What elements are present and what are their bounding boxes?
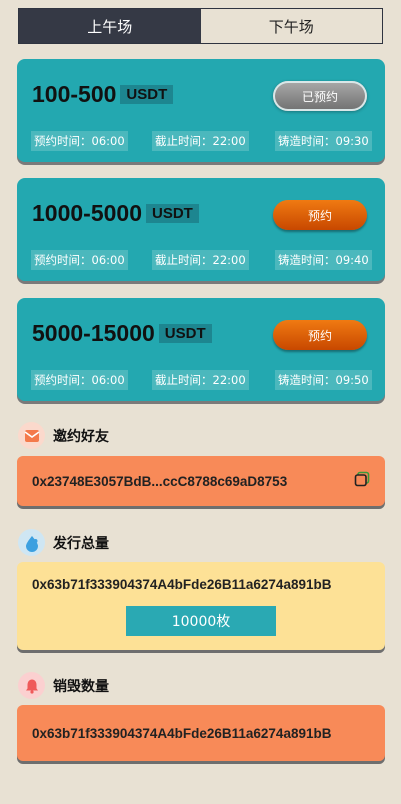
- currency-badge: USDT: [120, 85, 174, 104]
- reserve-button[interactable]: 预约: [273, 200, 367, 230]
- invite-address: 0x23748E3057BdB...ccC8788c69aD8753: [32, 473, 288, 489]
- issuance-address: 0x63b71f333904374A4bFde26B11a6274a891bB: [32, 577, 332, 592]
- session-tabs: 上午场 下午场: [18, 8, 383, 44]
- issuance-title: 发行总量: [53, 535, 109, 552]
- reserve-time: 预约时间：06:00: [31, 370, 128, 390]
- issuance-count: 10000枚: [126, 606, 276, 636]
- envelope-icon: [18, 422, 45, 449]
- burn-address: 0x63b71f333904374A4bFde26B11a6274a891bB: [32, 725, 332, 741]
- reservation-card-1: 100-500 USDT 已预约 预约时间：06:00 截止时间：22:00 铸…: [17, 59, 385, 162]
- reserve-button[interactable]: 预约: [273, 320, 367, 350]
- mint-time: 铸造时间：09:40: [275, 250, 372, 270]
- water-drop-icon: [18, 529, 45, 556]
- issuance-panel: 0x63b71f333904374A4bFde26B11a6274a891bB …: [17, 562, 385, 650]
- reserve-time: 预约时间：06:00: [31, 250, 128, 270]
- currency-badge: USDT: [146, 204, 199, 223]
- mint-time: 铸造时间：09:50: [275, 370, 372, 390]
- currency-badge: USDT: [158, 324, 212, 343]
- burn-section-title: 销毁数量: [18, 672, 109, 699]
- issuance-section-title: 发行总量: [18, 529, 109, 556]
- amount-range: 1000-5000 USDT: [32, 200, 199, 227]
- invite-panel: 0x23748E3057BdB...ccC8788c69aD8753: [17, 456, 385, 506]
- copy-icon[interactable]: [354, 471, 370, 491]
- range-text: 5000-15000: [32, 320, 155, 346]
- tab-morning[interactable]: 上午场: [19, 9, 201, 43]
- bell-icon: [18, 672, 45, 699]
- tab-afternoon[interactable]: 下午场: [200, 9, 382, 43]
- range-text: 1000-5000: [32, 200, 142, 226]
- mint-time: 铸造时间：09:30: [275, 131, 372, 151]
- amount-range: 5000-15000 USDT: [32, 320, 212, 347]
- invite-title: 邀约好友: [53, 428, 109, 445]
- range-text: 100-500: [32, 81, 117, 107]
- deadline-time: 截止时间：22:00: [152, 131, 249, 151]
- burn-title: 销毁数量: [53, 678, 109, 695]
- burn-panel: 0x63b71f333904374A4bFde26B11a6274a891bB: [17, 705, 385, 761]
- reserved-button[interactable]: 已预约: [273, 81, 367, 111]
- invite-section-title: 邀约好友: [18, 422, 109, 449]
- reservation-card-3: 5000-15000 USDT 预约 预约时间：06:00 截止时间：22:00…: [17, 298, 385, 401]
- reserve-time: 预约时间：06:00: [31, 131, 128, 151]
- deadline-time: 截止时间：22:00: [152, 370, 249, 390]
- deadline-time: 截止时间：22:00: [152, 250, 249, 270]
- amount-range: 100-500 USDT: [32, 81, 174, 108]
- reservation-card-2: 1000-5000 USDT 预约 预约时间：06:00 截止时间：22:00 …: [17, 178, 385, 281]
